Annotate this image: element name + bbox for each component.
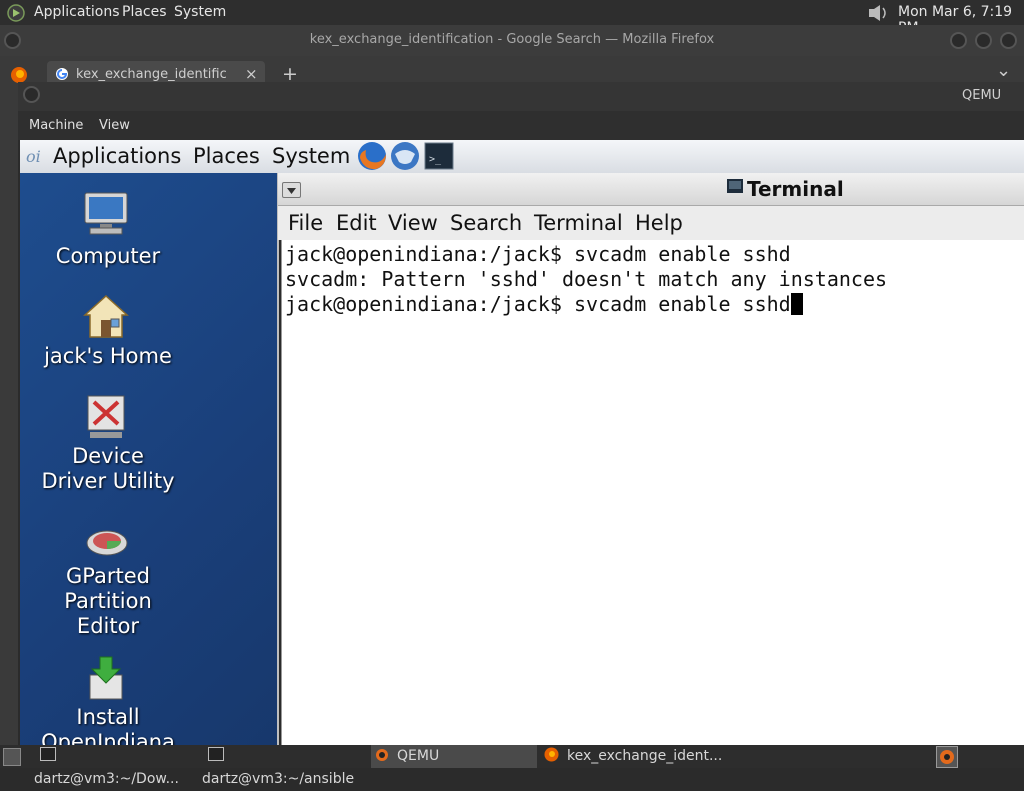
terminal-cursor (790, 293, 803, 315)
task-label: dartz@vm3:~/Dow... (34, 771, 179, 787)
terminal-line: svcadm: Pattern 'sshd' doesn't match any… (285, 267, 888, 291)
desktop-icon-label: GParted Partition Editor (18, 564, 198, 639)
terminal-menubar: File Edit View Search Terminal Help (278, 206, 1024, 240)
firefox-close-button[interactable] (1000, 32, 1017, 49)
window-menu-button[interactable] (282, 182, 301, 198)
host-top-panel: Applications Places System Mon Mar 6, 7:… (0, 0, 1024, 36)
firefox-task-icon (544, 747, 559, 762)
terminal-line: jack@openindiana:/jack$ svcadm enable ss… (285, 242, 791, 266)
terminal-menu-edit[interactable]: Edit (336, 211, 377, 235)
device-driver-utility-icon (87, 395, 125, 438)
desktop-icon-label: Device Driver Utility (18, 444, 198, 494)
openindiana-logo-icon[interactable]: oi (25, 146, 47, 166)
show-desktop-icon[interactable] (3, 748, 21, 766)
terminal-menu-terminal[interactable]: Terminal (534, 211, 623, 235)
desktop-icon-label: Computer (55, 244, 161, 268)
qemu-menu-machine[interactable]: Machine (29, 118, 83, 133)
guest-menu-places[interactable]: Places (193, 144, 260, 168)
distro-logo-icon[interactable] (7, 4, 25, 22)
terminal-title-icon (727, 179, 743, 193)
gparted-icon (86, 530, 128, 556)
host-menu-places[interactable]: Places (122, 4, 167, 20)
home-folder-icon (83, 294, 129, 338)
task-qemu[interactable]: QEMU (371, 745, 537, 768)
firefox-launcher-icon[interactable] (356, 140, 388, 172)
thunderbird-launcher-icon[interactable] (389, 140, 421, 172)
firefox-window-title: kex_exchange_identification - Google Sea… (309, 32, 715, 47)
tab-list-chevron-down-icon[interactable]: ⌄ (996, 60, 1011, 81)
host-menu-system[interactable]: System (174, 4, 226, 20)
qemu-menu-view[interactable]: View (99, 118, 130, 133)
guest-top-panel: oi Applications Places System >_ (20, 140, 1024, 174)
firefox-titlebar[interactable]: kex_exchange_identification - Google Sea… (0, 25, 1024, 56)
terminal-task-icon (40, 747, 56, 761)
qemu-task-icon (376, 749, 388, 761)
task-label: kex_exchange_ident... (567, 748, 723, 764)
firefox-maximize-button[interactable] (975, 32, 992, 49)
desktop-icon-label-text: Install OpenIndiana (41, 705, 175, 745)
terminal-menu-help[interactable]: Help (635, 211, 683, 235)
svg-text:oi: oi (26, 147, 41, 166)
terminal-current-command: jack@openindiana:/jack$ svcadm enable ss… (285, 292, 791, 316)
firefox-minimize-button[interactable] (950, 32, 967, 49)
firefox-menu-button[interactable] (4, 32, 21, 49)
computer-icon (84, 192, 128, 235)
guest-menu-applications[interactable]: Applications (53, 144, 181, 168)
task-terminal-downloads[interactable]: dartz@vm3:~/Dow... (34, 745, 199, 787)
triangle-down-icon (287, 188, 296, 194)
volume-icon[interactable] (866, 3, 890, 23)
guest-menu-system[interactable]: System (272, 144, 350, 168)
desktop-icon-label-text: GParted Partition Editor (64, 564, 152, 638)
terminal-task-icon (208, 747, 224, 761)
host-menu-applications[interactable]: Applications (34, 4, 120, 20)
terminal-left-border (277, 173, 279, 745)
host-taskbar: dartz@vm3:~/Dow... dartz@vm3:~/ansible Q… (0, 745, 1024, 787)
qemu-menubar: Machine View (18, 111, 1024, 140)
firefox-content-edge (0, 84, 18, 745)
task-label: QEMU (397, 748, 440, 764)
close-tab-icon[interactable]: × (245, 65, 258, 83)
task-label: dartz@vm3:~/ansible (202, 771, 355, 787)
qemu-window-menu-button[interactable] (23, 86, 40, 103)
guest-desktop: Computer jack's Home Device Driver Utili… (20, 173, 278, 745)
task-terminal-ansible[interactable]: dartz@vm3:~/ansible (202, 745, 368, 787)
task-firefox[interactable]: kex_exchange_ident... (540, 745, 760, 768)
firefox-tab-label: kex_exchange_identificatio (76, 67, 226, 82)
terminal-menu-file[interactable]: File (288, 211, 323, 235)
terminal-launcher-icon[interactable]: >_ (424, 142, 454, 170)
tray-qemu-icon[interactable] (936, 746, 958, 768)
desktop-icon-label: jack's Home (44, 344, 172, 368)
svg-text:>_: >_ (429, 154, 442, 165)
terminal-titlebar[interactable]: Terminal (278, 173, 1024, 206)
terminal-title: Terminal (747, 177, 844, 201)
qemu-window-title: QEMU (962, 88, 1002, 103)
terminal-output[interactable]: jack@openindiana:/jack$ svcadm enable ss… (281, 240, 1024, 745)
terminal-menu-search[interactable]: Search (450, 211, 522, 235)
terminal-menu-view[interactable]: View (388, 211, 438, 235)
qemu-titlebar[interactable]: QEMU (18, 82, 1024, 111)
desktop-icon-label: Install OpenIndiana (18, 705, 198, 745)
install-download-icon (89, 656, 123, 700)
google-icon (56, 68, 68, 80)
qemu-icon (940, 750, 954, 764)
desktop-icon-label-text: Device Driver Utility (41, 444, 175, 493)
terminal-input-line[interactable]: jack@openindiana:/jack$ svcadm enable ss… (285, 292, 803, 316)
